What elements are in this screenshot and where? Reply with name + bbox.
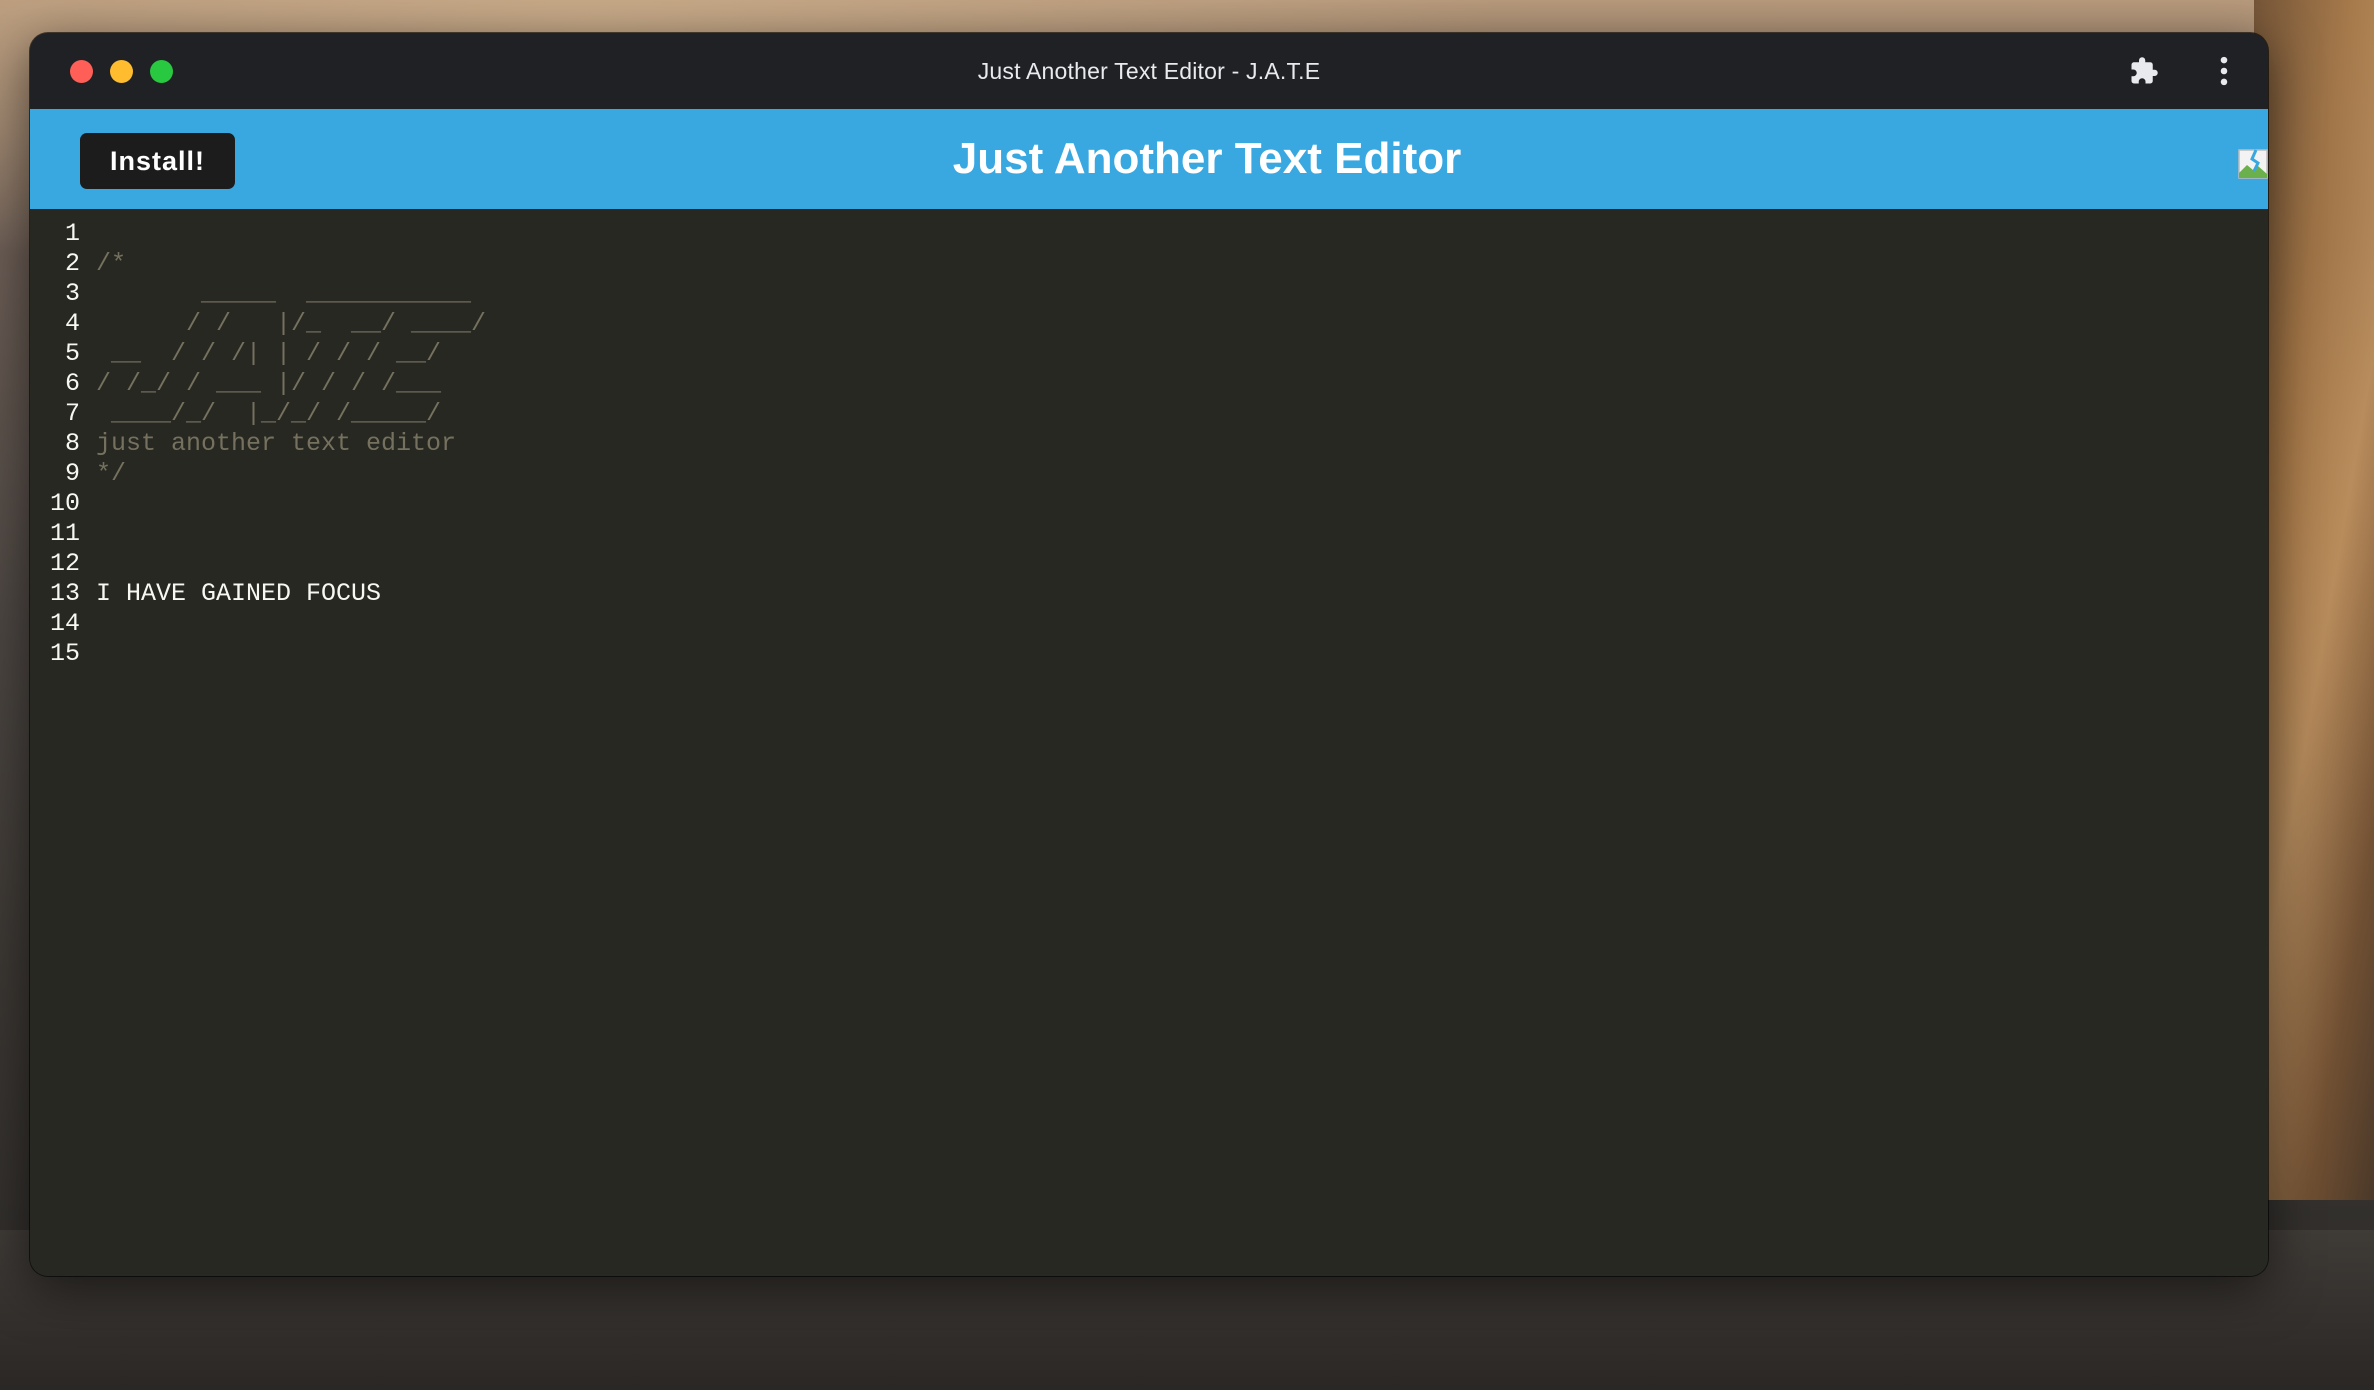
line-number: 2	[64, 249, 80, 278]
line-number: 8	[64, 429, 80, 458]
line-number: 4	[64, 309, 80, 338]
code-comment[interactable]: / /_/ / ___ |/ / / /___	[96, 369, 441, 399]
editor-line[interactable]: 1	[30, 219, 2268, 249]
line-number: 11	[49, 519, 80, 548]
install-button[interactable]: Install!	[80, 133, 236, 189]
wallpaper-cliff	[2254, 0, 2374, 1200]
minimize-window-button[interactable]	[110, 60, 133, 83]
line-number: 9	[64, 459, 80, 488]
broken-image-icon	[2238, 149, 2268, 179]
line-number: 6	[64, 369, 80, 398]
line-number: 13	[49, 579, 80, 608]
window-title: Just Another Text Editor - J.A.T.E	[977, 57, 1321, 84]
browser-window: Just Another Text Editor - J.A.T.E Insta…	[30, 33, 2268, 1276]
code-comment[interactable]: __ / / /| | / / / __/	[96, 339, 441, 369]
code-comment[interactable]: */	[96, 459, 126, 489]
line-number: 12	[49, 549, 80, 578]
editor-line[interactable]: 4 / / |/_ __/ ____/	[30, 309, 2268, 339]
extensions-button[interactable]	[2124, 51, 2164, 91]
editor-line[interactable]: 2 /*	[30, 249, 2268, 279]
code-comment[interactable]: _____ ___________	[96, 279, 471, 309]
code-comment[interactable]: /*	[96, 249, 126, 279]
close-window-button[interactable]	[70, 60, 93, 83]
editor-line[interactable]: 6 / /_/ / ___ |/ / / /___	[30, 369, 2268, 399]
line-number: 14	[49, 609, 80, 638]
app-header: Install! Just Another Text Editor	[30, 109, 2268, 209]
editor-line[interactable]: 9 */	[30, 459, 2268, 489]
line-number: 5	[64, 339, 80, 368]
browser-menu-button[interactable]	[2204, 51, 2244, 91]
zoom-window-button[interactable]	[150, 60, 173, 83]
editor-line[interactable]: 15	[30, 639, 2268, 669]
line-number: 15	[49, 639, 80, 668]
line-number: 10	[49, 489, 80, 518]
editor-line[interactable]: 8 just another text editor	[30, 429, 2268, 459]
editor-line[interactable]: 11	[30, 519, 2268, 549]
editor-line[interactable]: 7 ____/_/ |_/_/ /_____/	[30, 399, 2268, 429]
line-number: 3	[64, 279, 80, 308]
code-comment[interactable]: ____/_/ |_/_/ /_____/	[96, 399, 441, 429]
code-editor[interactable]: 1 2/* 3 _____ ___________ 4 / / |/_ __/ ___…	[30, 209, 2268, 1276]
editor-line[interactable]: 10	[30, 489, 2268, 519]
editor-line[interactable]: 14	[30, 609, 2268, 639]
code-comment[interactable]: / / |/_ __/ ____/	[96, 309, 486, 339]
code-comment[interactable]: just another text editor	[96, 429, 456, 459]
line-number: 1	[64, 219, 80, 248]
window-titlebar: Just Another Text Editor - J.A.T.E	[30, 33, 2268, 109]
line-number: 7	[64, 399, 80, 428]
titlebar-actions	[2124, 33, 2244, 109]
editor-line[interactable]: 3 _____ ___________	[30, 279, 2268, 309]
editor-line[interactable]: 13 I HAVE GAINED FOCUS	[30, 579, 2268, 609]
window-controls	[70, 60, 173, 83]
editor-line[interactable]: 12	[30, 549, 2268, 579]
three-dots-vertical-icon	[2220, 56, 2228, 86]
app-title: Just Another Text Editor	[952, 134, 1462, 183]
code-text[interactable]: I HAVE GAINED FOCUS	[96, 579, 381, 609]
editor-line[interactable]: 5 __ / / /| | / / / __/	[30, 339, 2268, 369]
puzzle-piece-icon	[2131, 57, 2158, 84]
